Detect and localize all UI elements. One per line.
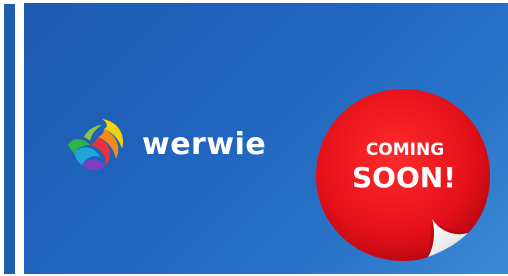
left-accent-bar (4, 4, 15, 274)
brand-logo: werwie (64, 115, 266, 175)
coming-soon-banner: werwie COMING SOON! (24, 3, 508, 274)
brand-name: werwie (142, 127, 267, 162)
swirl-globe-logo-icon (68, 119, 124, 171)
sticker-line-coming: COMING (365, 140, 445, 160)
page-frame: werwie COMING SOON! (0, 0, 508, 276)
sticker-line-soon: SOON! (352, 161, 456, 194)
